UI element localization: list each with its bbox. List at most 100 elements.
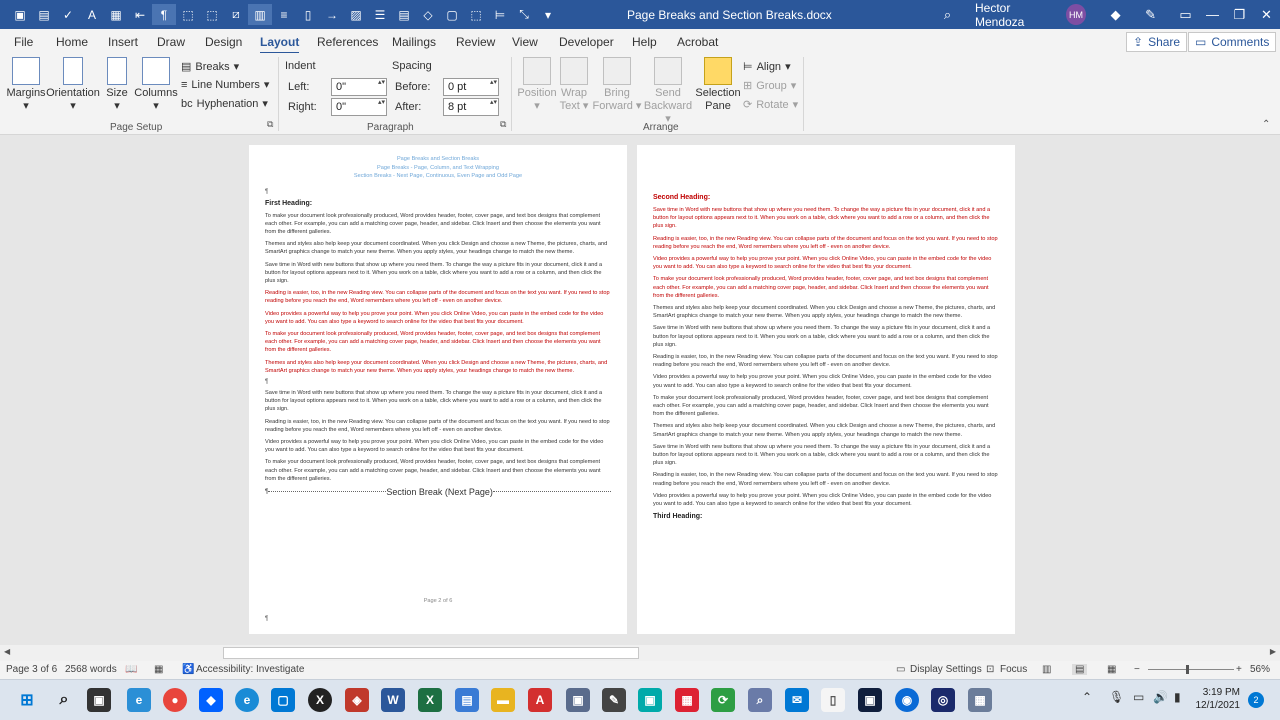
- accessibility-icon[interactable]: ♿: [182, 664, 194, 675]
- read-mode-icon[interactable]: ▥: [1042, 664, 1051, 675]
- line-numbers-icon[interactable]: ≡: [272, 4, 296, 25]
- search-icon[interactable]: ⌕: [934, 7, 961, 23]
- break-icon[interactable]: ⧄: [224, 4, 248, 25]
- dropbox-icon[interactable]: ◆: [199, 688, 223, 712]
- excel-icon[interactable]: X: [418, 688, 442, 712]
- paragraph[interactable]: Save time in Word with new buttons that …: [265, 261, 611, 286]
- orientation-button[interactable]: Orientation ▾: [46, 57, 100, 113]
- paragraph[interactable]: Video provides a powerful way to help yo…: [265, 438, 611, 454]
- paragraph[interactable]: Save time in Word with new buttons that …: [653, 324, 999, 349]
- comments-button[interactable]: ▭ Comments: [1188, 32, 1277, 52]
- line-numbers-button[interactable]: ≡ Line Numbers ▾: [181, 76, 269, 93]
- show-marks-icon[interactable]: ¶: [152, 4, 176, 25]
- format-icon[interactable]: ▤: [392, 4, 416, 25]
- page-icon[interactable]: ▯: [296, 4, 320, 25]
- zoom-in-icon[interactable]: +: [1236, 664, 1242, 675]
- tab-file[interactable]: File: [14, 35, 33, 49]
- tab-draw[interactable]: Draw: [157, 35, 185, 49]
- shapes-icon[interactable]: ◇: [416, 4, 440, 25]
- volume-icon[interactable]: 🔊: [1153, 690, 1168, 704]
- focus-icon[interactable]: ⊡: [986, 664, 994, 675]
- focus-button[interactable]: Focus: [1000, 664, 1027, 675]
- notes-icon[interactable]: ▤: [455, 688, 479, 712]
- network-app-icon[interactable]: ▣: [638, 688, 662, 712]
- tab-developer[interactable]: Developer: [559, 35, 614, 49]
- first-heading[interactable]: First Heading:: [265, 200, 611, 207]
- paragraph[interactable]: Video provides a powerful way to help yo…: [653, 492, 999, 508]
- document-icon[interactable]: ▤: [32, 4, 56, 25]
- zoom-app-icon[interactable]: ◉: [895, 688, 919, 712]
- zoom-slider-thumb[interactable]: [1186, 665, 1189, 674]
- tab-home[interactable]: Home: [56, 35, 88, 49]
- page-count[interactable]: Page 3 of 6: [6, 664, 57, 675]
- wrap-text-button[interactable]: Wrap Text ▾: [552, 57, 596, 113]
- zoom-level[interactable]: 56%: [1250, 664, 1270, 675]
- app2-icon[interactable]: ▣: [858, 688, 882, 712]
- task-view-icon[interactable]: ▣: [87, 688, 111, 712]
- tab-help[interactable]: Help: [632, 35, 657, 49]
- paragraph[interactable]: To make your document look professionall…: [653, 275, 999, 300]
- columns-icon[interactable]: ▥: [248, 4, 272, 25]
- mail-icon[interactable]: ✉: [785, 688, 809, 712]
- paragraph[interactable]: To make your document look professionall…: [265, 212, 611, 237]
- device-icon[interactable]: ▣: [566, 688, 590, 712]
- paragraph[interactable]: Video provides a powerful way to help yo…: [265, 310, 611, 326]
- indent-right-input[interactable]: 0": [331, 98, 387, 116]
- paragraph[interactable]: Themes and styles also help keep your do…: [265, 359, 611, 375]
- tab-review[interactable]: Review: [456, 35, 495, 49]
- selection-pane-button[interactable]: Selection Pane: [695, 57, 741, 113]
- margins-button[interactable]: Margins ▾: [4, 57, 48, 113]
- blank-doc-icon[interactable]: ▯: [821, 688, 845, 712]
- search-icon[interactable]: ⌕: [52, 688, 76, 712]
- paragraph[interactable]: Video provides a powerful way to help yo…: [653, 373, 999, 389]
- web-layout-icon[interactable]: ▦: [1107, 664, 1116, 675]
- third-heading[interactable]: Third Heading:: [653, 513, 999, 520]
- list-icon[interactable]: ☰: [368, 4, 392, 25]
- notification-badge[interactable]: 2: [1248, 692, 1264, 708]
- paragraph[interactable]: Themes and styles also help keep your do…: [653, 422, 999, 438]
- save-icon[interactable]: ▣: [8, 4, 32, 25]
- second-heading[interactable]: Second Heading:: [653, 194, 999, 201]
- page-left[interactable]: Page Breaks and Section Breaks Page Brea…: [249, 145, 627, 634]
- app-icon[interactable]: ◈: [345, 688, 369, 712]
- picture-icon[interactable]: ▨: [344, 4, 368, 25]
- spacing-before-input[interactable]: 0 pt: [443, 78, 499, 96]
- sync-icon[interactable]: ⟳: [711, 688, 735, 712]
- frame-icon[interactable]: ⬚: [176, 4, 200, 25]
- tab-design[interactable]: Design: [205, 35, 242, 49]
- folder-icon[interactable]: ▬: [491, 688, 515, 712]
- calendar-app-icon[interactable]: ▦: [675, 688, 699, 712]
- textbox-icon[interactable]: ▢: [440, 4, 464, 25]
- horizontal-scrollbar[interactable]: ◀ ▶: [0, 645, 1280, 661]
- scroll-right-icon[interactable]: ▶: [1270, 647, 1276, 656]
- paragraph[interactable]: To make your document look professionall…: [653, 394, 999, 419]
- paragraph[interactable]: To make your document look professionall…: [265, 458, 611, 483]
- print-layout-icon[interactable]: ▤: [1072, 664, 1088, 675]
- magnifier-icon[interactable]: ⌕: [748, 688, 772, 712]
- tab-mailings[interactable]: Mailings: [392, 35, 436, 49]
- spelling-icon[interactable]: ✓: [56, 4, 80, 25]
- crop-icon[interactable]: ⬚: [200, 4, 224, 25]
- paragraph[interactable]: To make your document look professionall…: [265, 330, 611, 355]
- tab-layout[interactable]: Layout: [260, 35, 300, 55]
- tab-view[interactable]: View: [512, 35, 538, 49]
- share-button[interactable]: ⇪ Share: [1126, 32, 1188, 52]
- align-icon[interactable]: ⊨: [488, 4, 512, 25]
- paragraph[interactable]: Reading is easier, too, in the new Readi…: [265, 418, 611, 434]
- tray-arrow-icon[interactable]: ⌃: [1082, 690, 1092, 704]
- store-icon[interactable]: ▢: [271, 688, 295, 712]
- close-icon[interactable]: ✕: [1253, 7, 1280, 23]
- zoom-slider[interactable]: [1148, 669, 1234, 670]
- word-count[interactable]: 2568 words: [65, 664, 117, 675]
- avatar[interactable]: HM: [1065, 4, 1087, 25]
- paragraph[interactable]: Themes and styles also help keep your do…: [653, 304, 999, 320]
- network-icon[interactable]: ▭: [1133, 690, 1144, 704]
- align-button[interactable]: ⊨ Align ▾: [743, 58, 791, 75]
- spacing-after-input[interactable]: 8 pt: [443, 98, 499, 116]
- breaks-button[interactable]: ▤ Breaks ▾: [181, 58, 239, 75]
- frame2-icon[interactable]: ⬚: [464, 4, 488, 25]
- page-setup-launcher-icon[interactable]: ⧉: [267, 119, 273, 130]
- ribbon-display-icon[interactable]: ▭: [1172, 7, 1199, 23]
- document-canvas[interactable]: Page Breaks and Section Breaks Page Brea…: [0, 135, 1280, 645]
- chrome-icon[interactable]: ●: [163, 688, 187, 712]
